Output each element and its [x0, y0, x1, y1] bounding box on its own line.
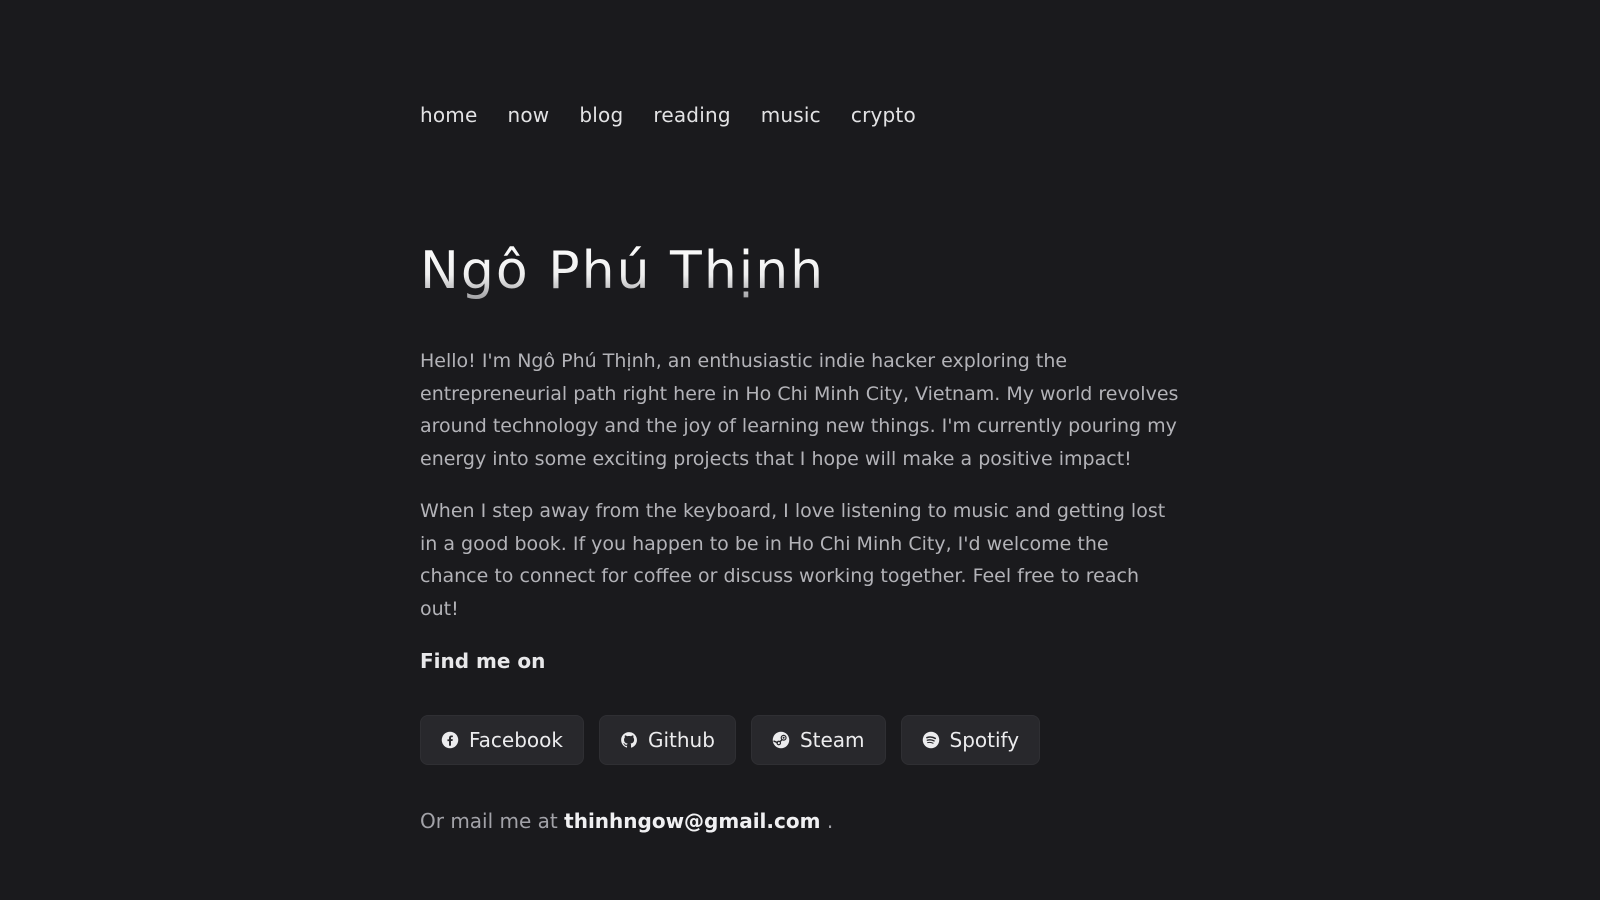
facebook-label: Facebook — [469, 728, 563, 752]
github-label: Github — [647, 728, 715, 752]
nav-crypto[interactable]: crypto — [851, 100, 916, 130]
nav-blog[interactable]: blog — [579, 100, 623, 130]
nav-now[interactable]: now — [508, 100, 550, 130]
bio-paragraph-intro: Hello! I'm Ngô Phú Thịnh, an enthusiasti… — [420, 350, 1179, 470]
bio-paragraph-hobbies: When I step away from the keyboard, I lo… — [420, 500, 1166, 620]
github-icon — [620, 731, 638, 749]
steam-label: Steam — [799, 728, 865, 752]
email-link[interactable]: thinhngow@gmail.com — [564, 809, 820, 833]
main-nav: home now blog reading music crypto — [420, 100, 946, 130]
contact-prefix: Or mail me at — [420, 809, 558, 833]
spotify-label: Spotify — [949, 728, 1020, 752]
facebook-icon — [441, 731, 459, 749]
spotify-button[interactable]: Spotify — [900, 715, 1041, 765]
facebook-button[interactable]: Facebook — [420, 715, 584, 765]
steam-button[interactable]: Steam — [750, 715, 886, 765]
social-links: Facebook Github Steam Spotify — [420, 715, 1041, 765]
nav-music[interactable]: music — [761, 100, 821, 130]
steam-icon — [772, 731, 790, 749]
github-button[interactable]: Github — [598, 715, 736, 765]
page-title: Ngô Phú Thịnh — [420, 236, 825, 306]
contact-line: Or mail me at thinhngow@gmail.com . — [420, 805, 833, 837]
nav-home[interactable]: home — [420, 100, 478, 130]
social-heading: Find me on — [420, 649, 546, 673]
contact-suffix: . — [826, 809, 834, 833]
spotify-icon — [922, 731, 940, 749]
nav-reading[interactable]: reading — [653, 100, 730, 130]
